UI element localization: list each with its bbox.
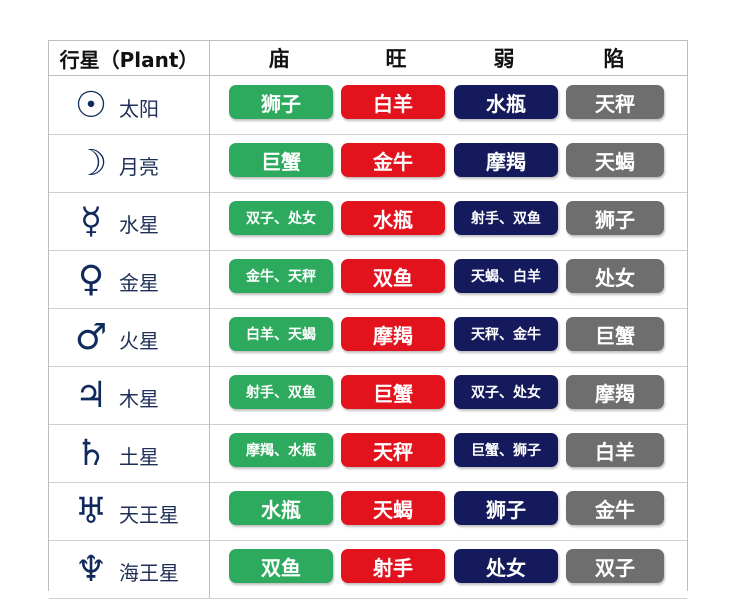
wang-sign-badge: 水瓶 [341, 201, 445, 235]
planet-symbol-icon: ☿ [79, 200, 103, 242]
xian-sign-badge: 双子 [566, 549, 664, 583]
miao-sign-badge: 双子、处女 [229, 201, 333, 235]
planet-symbol-icon: ♂ [74, 316, 108, 358]
xian-sign-badge: 巨蟹 [566, 317, 664, 351]
ruo-sign-badge: 巨蟹、狮子 [454, 433, 558, 467]
miao-sign-badge: 双鱼 [229, 549, 333, 583]
header-ruo: 弱 [493, 47, 515, 71]
planet-cell: ♃ 木星 [49, 366, 210, 424]
planet-symbol-icon: ♃ [74, 374, 108, 416]
planet-name: 月亮 [119, 155, 159, 179]
planet-name: 水星 [119, 213, 159, 237]
wang-sign-badge: 摩羯 [341, 317, 445, 351]
table-row: ♄ 土星 摩羯、水瓶 天秤 巨蟹、狮子 白羊 [49, 424, 687, 483]
miao-sign-badge: 摩羯、水瓶 [229, 433, 333, 467]
table-header: 行星（Plant） 庙 旺 弱 陷 [49, 41, 687, 76]
table-row: ♀ 金星 金牛、天秤 双鱼 天蝎、白羊 处女 [49, 250, 687, 309]
xian-sign-badge: 金牛 [566, 491, 664, 525]
planet-cell: ♀ 金星 [49, 250, 210, 308]
table-row: ☽ 月亮 巨蟹 金牛 摩羯 天蝎 [49, 134, 687, 193]
xian-sign-badge: 白羊 [566, 433, 664, 467]
miao-sign-badge: 巨蟹 [229, 143, 333, 177]
miao-sign-badge: 狮子 [229, 85, 333, 119]
ruo-sign-badge: 射手、双鱼 [454, 201, 558, 235]
wang-sign-badge: 射手 [341, 549, 445, 583]
dignity-table: 行星（Plant） 庙 旺 弱 陷 ☉ 太阳 狮子 白羊 水瓶 天秤 ☽ 月亮 巨蟹 金牛 摩羯 天蝎… [48, 40, 688, 599]
xian-sign-badge: 天秤 [566, 85, 664, 119]
ruo-sign-badge: 处女 [454, 549, 558, 583]
planet-symbol-icon: ☉ [74, 84, 108, 126]
xian-sign-badge: 狮子 [566, 201, 664, 235]
table-row: ♂ 火星 白羊、天蝎 摩羯 天秤、金牛 巨蟹 [49, 308, 687, 367]
table-row: ♆ 海王星 双鱼 射手 处女 双子 [49, 540, 687, 599]
miao-sign-badge: 水瓶 [229, 491, 333, 525]
wang-sign-badge: 天蝎 [341, 491, 445, 525]
xian-sign-badge: 天蝎 [566, 143, 664, 177]
planet-cell: ☿ 水星 [49, 192, 210, 250]
planet-cell: ☽ 月亮 [49, 134, 210, 192]
table-row: ♃ 木星 射手、双鱼 巨蟹 双子、处女 摩羯 [49, 366, 687, 425]
planet-name: 太阳 [119, 97, 159, 121]
wang-sign-badge: 金牛 [341, 143, 445, 177]
planet-cell: ♆ 海王星 [49, 540, 210, 598]
planet-symbol-icon: ♆ [74, 548, 108, 590]
table-row: ☉ 太阳 狮子 白羊 水瓶 天秤 [49, 76, 687, 135]
ruo-sign-badge: 摩羯 [454, 143, 558, 177]
table-row: ☿ 水星 双子、处女 水瓶 射手、双鱼 狮子 [49, 192, 687, 251]
table-row: ♅ 天王星 水瓶 天蝎 狮子 金牛 [49, 482, 687, 541]
wang-sign-badge: 巨蟹 [341, 375, 445, 409]
ruo-sign-badge: 水瓶 [454, 85, 558, 119]
miao-sign-badge: 白羊、天蝎 [229, 317, 333, 351]
miao-sign-badge: 射手、双鱼 [229, 375, 333, 409]
xian-sign-badge: 摩羯 [566, 375, 664, 409]
planet-name: 土星 [119, 445, 159, 469]
planet-symbol-icon: ♅ [74, 490, 108, 532]
ruo-sign-badge: 双子、处女 [454, 375, 558, 409]
ruo-sign-badge: 狮子 [454, 491, 558, 525]
planet-cell: ♂ 火星 [49, 308, 210, 366]
header-miao: 庙 [268, 47, 290, 71]
ruo-sign-badge: 天蝎、白羊 [454, 259, 558, 293]
planet-name: 海王星 [119, 561, 179, 585]
planet-cell: ☉ 太阳 [49, 76, 210, 134]
planet-symbol-icon: ♄ [74, 432, 108, 474]
planet-symbol-icon: ♀ [77, 258, 105, 300]
wang-sign-badge: 双鱼 [341, 259, 445, 293]
header-planet: 行星（Plant） [49, 41, 210, 75]
planet-name: 木星 [119, 387, 159, 411]
miao-sign-badge: 金牛、天秤 [229, 259, 333, 293]
planet-cell: ♄ 土星 [49, 424, 210, 482]
planet-name: 天王星 [119, 503, 179, 527]
xian-sign-badge: 处女 [566, 259, 664, 293]
planet-name: 金星 [119, 271, 159, 295]
wang-sign-badge: 白羊 [341, 85, 445, 119]
header-xian: 陷 [603, 47, 625, 71]
planet-name: 火星 [119, 329, 159, 353]
ruo-sign-badge: 天秤、金牛 [454, 317, 558, 351]
planet-symbol-icon: ☽ [74, 142, 108, 184]
header-wang: 旺 [385, 47, 407, 71]
planet-cell: ♅ 天王星 [49, 482, 210, 540]
wang-sign-badge: 天秤 [341, 433, 445, 467]
